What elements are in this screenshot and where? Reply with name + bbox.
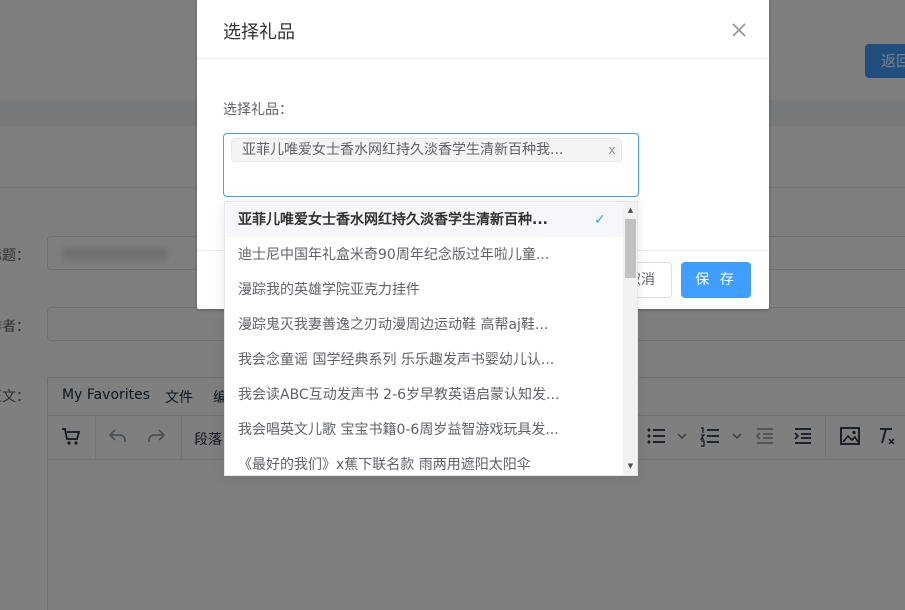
close-icon[interactable] [728,19,750,41]
dropdown-option[interactable]: 亚菲儿唯爱女士香水网红持久淡香学生清新百种... ✓ [225,203,623,237]
dropdown-option[interactable]: 我会念童谣 国学经典系列 乐乐趣发声书婴幼儿认... [225,343,623,377]
dropdown-option[interactable]: 我会唱英文儿歌 宝宝书籍0-6周岁益智游戏玩具发... [225,413,623,447]
scrollbar-thumb[interactable] [625,219,636,278]
scroll-down-arrow-icon[interactable]: ▼ [623,460,637,472]
gift-field-label: 选择礼品： [223,102,293,118]
dropdown-option[interactable]: 《最好的我们》x蕉下联名款 雨两用遮阳太阳伞 [225,448,623,475]
tag-close-icon[interactable]: x [605,139,619,161]
save-button[interactable]: 保 存 [681,262,751,298]
gift-multi-select[interactable]: 亚菲儿唯爱女士香水网红持久淡香学生清新百种我... x [223,133,639,197]
dropdown-option[interactable]: 我会读ABC互动发声书 2-6岁早教英语启蒙认知发... [225,378,623,412]
selected-gift-tag-label: 亚菲儿唯爱女士香水网红持久淡香学生清新百种我... [242,142,564,158]
selected-gift-tag: 亚菲儿唯爱女士香水网红持久淡香学生清新百种我... x [231,138,622,162]
dialog-title: 选择礼品 [223,22,295,43]
dropdown-scrollbar[interactable]: ▲ ▼ [623,202,637,475]
check-icon: ✓ [594,212,606,228]
dropdown-option[interactable]: 漫踪我的英雄学院亚克力挂件 [225,273,623,307]
dropdown-option[interactable]: 漫踪鬼灭我妻善逸之刃动漫周边运动鞋 高帮aj鞋... [225,308,623,342]
dropdown-option[interactable]: 迪士尼中国年礼盒米奇90周年纪念版过年啦儿童... [225,238,623,272]
scroll-up-arrow-icon[interactable]: ▲ [623,204,637,216]
dialog-header-divider [197,58,769,59]
gift-options-dropdown: 亚菲儿唯爱女士香水网红持久淡香学生清新百种... ✓ 迪士尼中国年礼盒米奇90周… [224,201,638,476]
